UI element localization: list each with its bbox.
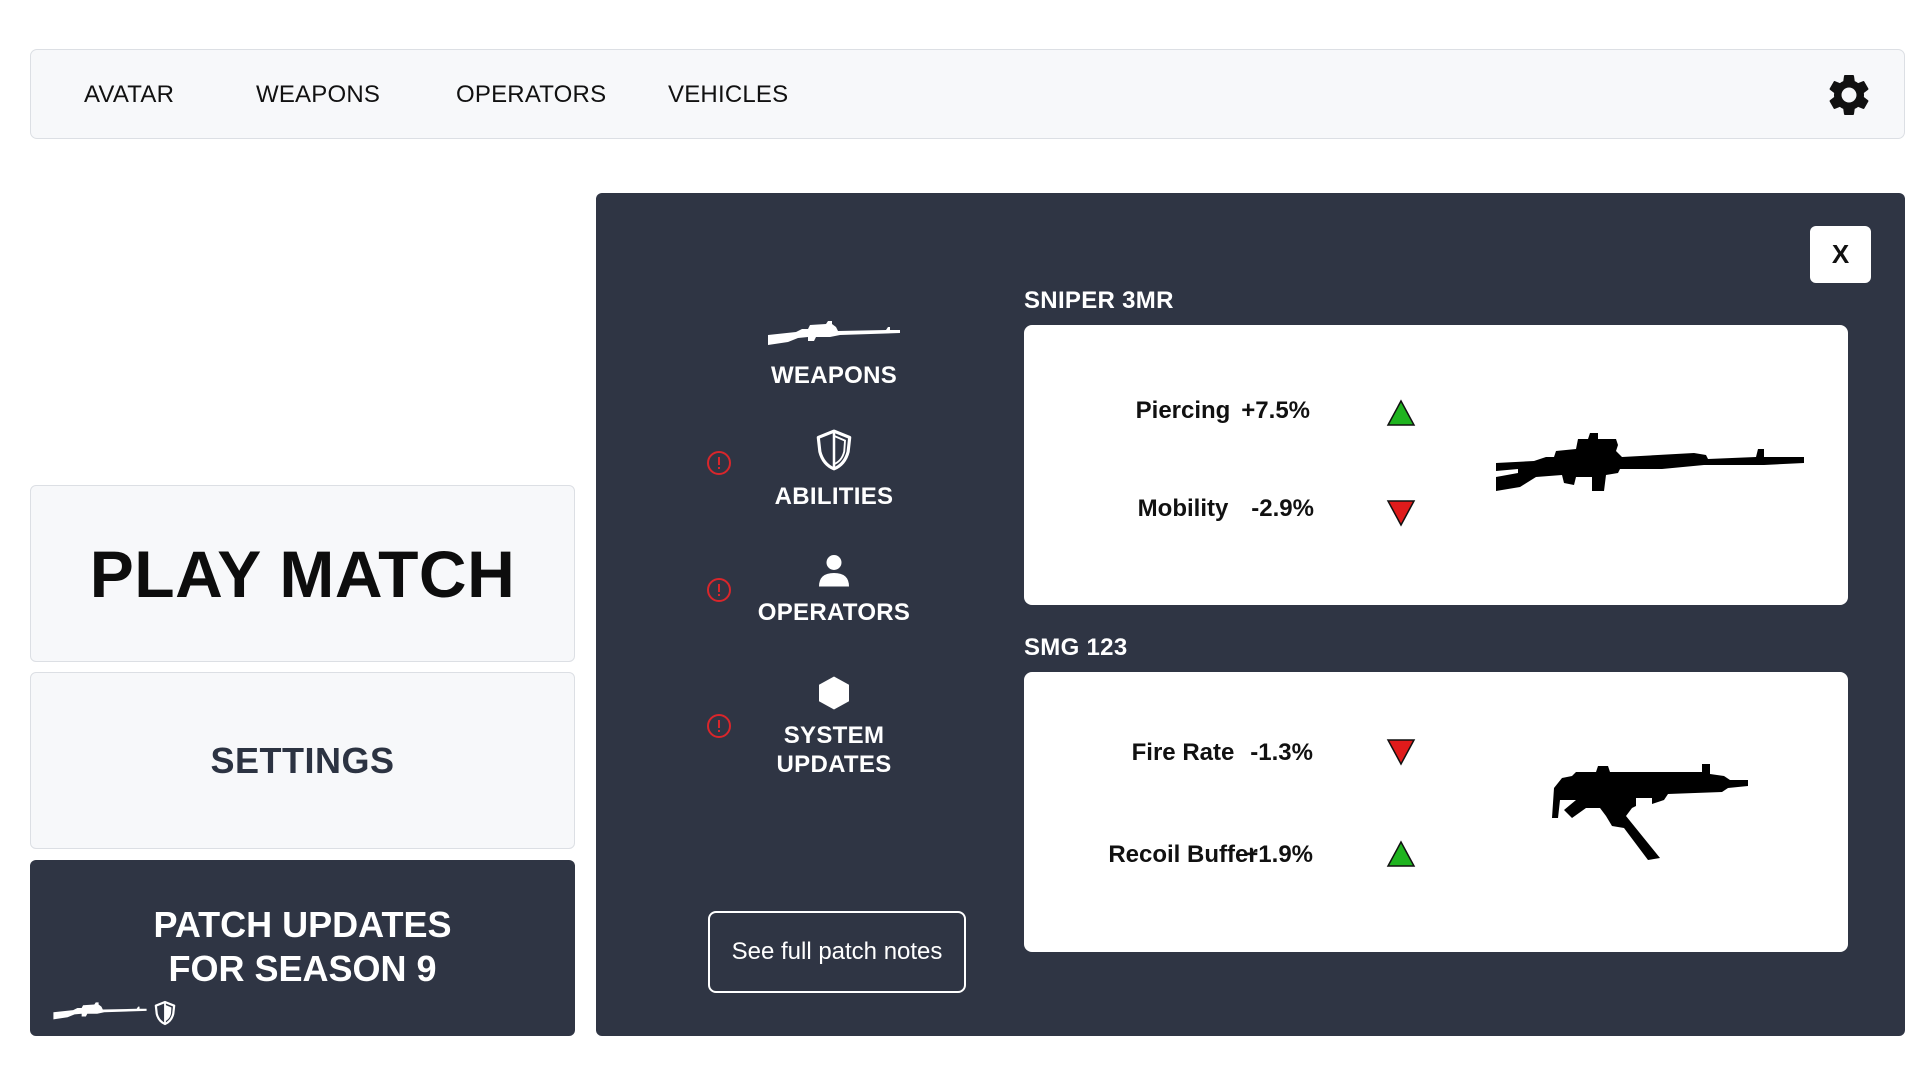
weapon-card-sniper: Piercing +7.5% Mobility -2.9%: [1024, 325, 1848, 605]
patch-updates-label: PATCH UPDATES FOR SEASON 9: [153, 904, 452, 989]
sniper-rifle-icon: [1496, 433, 1804, 491]
category-label: SYSTEM UPDATES: [776, 722, 892, 778]
weapon-card-smg: Fire Rate -1.3% Recoil Buffer +1.9%: [1024, 672, 1848, 952]
nav-weapons[interactable]: WEAPONS: [256, 50, 380, 140]
category-abilities[interactable]: ABILITIES: [684, 428, 984, 511]
settings-button[interactable]: SETTINGS: [30, 672, 575, 849]
play-match-button[interactable]: PLAY MATCH: [30, 485, 575, 662]
settings-label: SETTINGS: [210, 739, 395, 781]
patch-notes-panel: X WEAPONS ABILITIES OPERATORS SYSTEM UPD…: [596, 193, 1905, 1036]
patch-updates-button[interactable]: PATCH UPDATES FOR SEASON 9: [30, 860, 575, 1036]
gear-icon[interactable]: [1824, 70, 1874, 120]
stat-value: -1.3%: [1250, 739, 1313, 766]
trend-up-icon: [1386, 399, 1416, 426]
nav-avatar[interactable]: AVATAR: [84, 50, 174, 140]
shield-icon: [154, 1000, 176, 1026]
category-system-updates[interactable]: SYSTEM UPDATES: [684, 675, 984, 779]
hexagon-icon: [819, 676, 849, 710]
nav-vehicles[interactable]: VEHICLES: [668, 50, 788, 140]
category-operators[interactable]: OPERATORS: [684, 552, 984, 627]
stat-value: -2.9%: [1251, 495, 1314, 522]
trend-down-icon: [1386, 739, 1416, 766]
category-weapons[interactable]: WEAPONS: [684, 321, 984, 390]
shield-icon: [816, 429, 852, 471]
stat-value: +1.9%: [1244, 841, 1313, 868]
rifle-icon: [53, 1002, 147, 1020]
full-patch-notes-button[interactable]: See full patch notes: [708, 911, 966, 993]
trend-down-icon: [1386, 500, 1416, 527]
weapon-name: SNIPER 3MR: [1024, 287, 1174, 314]
top-nav-bar: AVATAR WEAPONS OPERATORS VEHICLES: [30, 49, 1905, 139]
play-match-label: PLAY MATCH: [89, 536, 516, 611]
trend-up-icon: [1386, 840, 1416, 867]
category-label: WEAPONS: [770, 362, 898, 389]
category-label: ABILITIES: [774, 483, 894, 510]
smg-icon: [1552, 764, 1748, 860]
weapon-name: SMG 123: [1024, 634, 1128, 661]
close-button[interactable]: X: [1810, 226, 1871, 283]
person-icon: [819, 555, 849, 587]
category-label: OPERATORS: [757, 599, 911, 626]
rifle-icon: [768, 321, 900, 345]
nav-operators[interactable]: OPERATORS: [456, 50, 606, 140]
stat-value: +7.5%: [1241, 397, 1310, 424]
